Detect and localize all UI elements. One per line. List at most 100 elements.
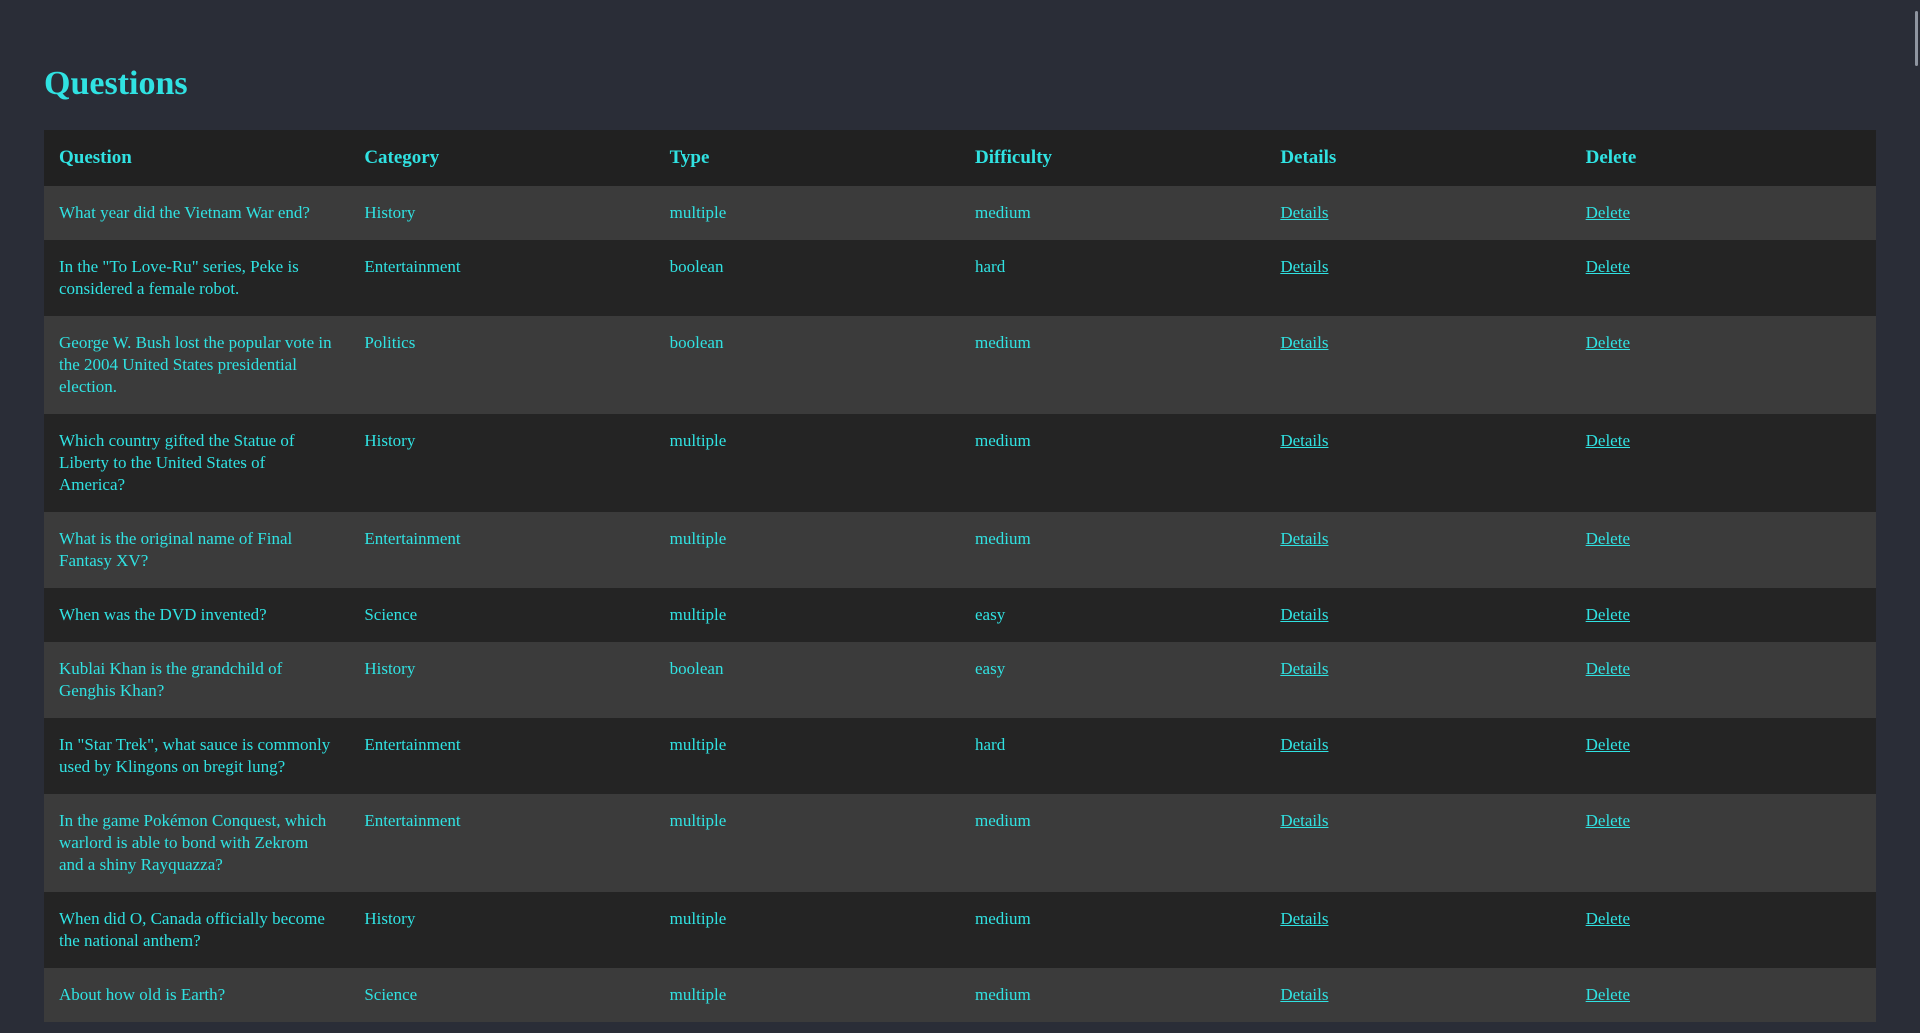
type-cell: multiple xyxy=(655,718,960,794)
question-cell: When did O, Canada officially become the… xyxy=(44,892,349,968)
delete-cell: Delete xyxy=(1571,186,1876,240)
difficulty-cell: medium xyxy=(960,794,1265,892)
delete-cell: Delete xyxy=(1571,316,1876,414)
page-title: Questions xyxy=(44,64,1876,104)
delete-cell: Delete xyxy=(1571,512,1876,588)
difficulty-cell: medium xyxy=(960,512,1265,588)
difficulty-cell: medium xyxy=(960,968,1265,1022)
difficulty-cell: hard xyxy=(960,240,1265,316)
category-cell: History xyxy=(349,642,654,718)
type-cell: multiple xyxy=(655,794,960,892)
difficulty-cell: medium xyxy=(960,414,1265,512)
details-cell: Details xyxy=(1265,794,1570,892)
difficulty-cell: hard xyxy=(960,718,1265,794)
category-cell: Entertainment xyxy=(349,794,654,892)
delete-cell: Delete xyxy=(1571,892,1876,968)
column-header-delete: Delete xyxy=(1571,130,1876,186)
table-row: What year did the Vietnam War end?Histor… xyxy=(44,186,1876,240)
delete-link[interactable]: Delete xyxy=(1586,985,1630,1004)
question-cell: In "Star Trek", what sauce is commonly u… xyxy=(44,718,349,794)
details-link[interactable]: Details xyxy=(1280,257,1328,276)
question-cell: About how old is Earth? xyxy=(44,968,349,1022)
details-cell: Details xyxy=(1265,718,1570,794)
delete-cell: Delete xyxy=(1571,588,1876,642)
details-link[interactable]: Details xyxy=(1280,985,1328,1004)
table-row: In the game Pokémon Conquest, which warl… xyxy=(44,794,1876,892)
question-cell: In the game Pokémon Conquest, which warl… xyxy=(44,794,349,892)
difficulty-cell: medium xyxy=(960,186,1265,240)
table-row: When did O, Canada officially become the… xyxy=(44,892,1876,968)
table-header-row: Question Category Type Difficulty Detail… xyxy=(44,130,1876,186)
delete-cell: Delete xyxy=(1571,718,1876,794)
details-cell: Details xyxy=(1265,240,1570,316)
delete-link[interactable]: Delete xyxy=(1586,659,1630,678)
delete-link[interactable]: Delete xyxy=(1586,811,1630,830)
questions-page: Questions Question Category Type Difficu… xyxy=(44,0,1876,1022)
table-row: When was the DVD invented?Sciencemultipl… xyxy=(44,588,1876,642)
details-cell: Details xyxy=(1265,642,1570,718)
category-cell: Science xyxy=(349,968,654,1022)
table-row: George W. Bush lost the popular vote in … xyxy=(44,316,1876,414)
details-cell: Details xyxy=(1265,186,1570,240)
vertical-scrollbar-thumb[interactable] xyxy=(1915,11,1918,66)
column-header-category: Category xyxy=(349,130,654,186)
column-header-question: Question xyxy=(44,130,349,186)
details-cell: Details xyxy=(1265,968,1570,1022)
delete-link[interactable]: Delete xyxy=(1586,333,1630,352)
type-cell: multiple xyxy=(655,892,960,968)
details-link[interactable]: Details xyxy=(1280,333,1328,352)
delete-link[interactable]: Delete xyxy=(1586,203,1630,222)
type-cell: boolean xyxy=(655,642,960,718)
difficulty-cell: easy xyxy=(960,642,1265,718)
question-cell: Which country gifted the Statue of Liber… xyxy=(44,414,349,512)
details-link[interactable]: Details xyxy=(1280,811,1328,830)
delete-cell: Delete xyxy=(1571,968,1876,1022)
question-cell: What is the original name of Final Fanta… xyxy=(44,512,349,588)
question-cell: Kublai Khan is the grandchild of Genghis… xyxy=(44,642,349,718)
delete-link[interactable]: Delete xyxy=(1586,431,1630,450)
delete-link[interactable]: Delete xyxy=(1586,909,1630,928)
type-cell: multiple xyxy=(655,588,960,642)
category-cell: Entertainment xyxy=(349,512,654,588)
category-cell: History xyxy=(349,186,654,240)
details-cell: Details xyxy=(1265,512,1570,588)
details-cell: Details xyxy=(1265,892,1570,968)
table-row: In "Star Trek", what sauce is commonly u… xyxy=(44,718,1876,794)
questions-table: Question Category Type Difficulty Detail… xyxy=(44,130,1876,1022)
question-cell: George W. Bush lost the popular vote in … xyxy=(44,316,349,414)
category-cell: Entertainment xyxy=(349,718,654,794)
details-link[interactable]: Details xyxy=(1280,909,1328,928)
delete-cell: Delete xyxy=(1571,794,1876,892)
type-cell: multiple xyxy=(655,968,960,1022)
type-cell: multiple xyxy=(655,512,960,588)
table-row: Which country gifted the Statue of Liber… xyxy=(44,414,1876,512)
details-link[interactable]: Details xyxy=(1280,605,1328,624)
details-link[interactable]: Details xyxy=(1280,203,1328,222)
question-cell: In the "To Love-Ru" series, Peke is cons… xyxy=(44,240,349,316)
difficulty-cell: medium xyxy=(960,892,1265,968)
delete-cell: Delete xyxy=(1571,414,1876,512)
details-link[interactable]: Details xyxy=(1280,659,1328,678)
table-row: About how old is Earth?Sciencemultipleme… xyxy=(44,968,1876,1022)
category-cell: Entertainment xyxy=(349,240,654,316)
category-cell: Science xyxy=(349,588,654,642)
details-link[interactable]: Details xyxy=(1280,529,1328,548)
table-row: In the "To Love-Ru" series, Peke is cons… xyxy=(44,240,1876,316)
type-cell: multiple xyxy=(655,414,960,512)
type-cell: boolean xyxy=(655,316,960,414)
details-link[interactable]: Details xyxy=(1280,735,1328,754)
delete-cell: Delete xyxy=(1571,642,1876,718)
delete-link[interactable]: Delete xyxy=(1586,735,1630,754)
delete-link[interactable]: Delete xyxy=(1586,605,1630,624)
delete-link[interactable]: Delete xyxy=(1586,257,1630,276)
details-cell: Details xyxy=(1265,316,1570,414)
details-link[interactable]: Details xyxy=(1280,431,1328,450)
question-cell: What year did the Vietnam War end? xyxy=(44,186,349,240)
delete-link[interactable]: Delete xyxy=(1586,529,1630,548)
details-cell: Details xyxy=(1265,588,1570,642)
question-cell: When was the DVD invented? xyxy=(44,588,349,642)
category-cell: History xyxy=(349,414,654,512)
details-cell: Details xyxy=(1265,414,1570,512)
difficulty-cell: medium xyxy=(960,316,1265,414)
column-header-type: Type xyxy=(655,130,960,186)
